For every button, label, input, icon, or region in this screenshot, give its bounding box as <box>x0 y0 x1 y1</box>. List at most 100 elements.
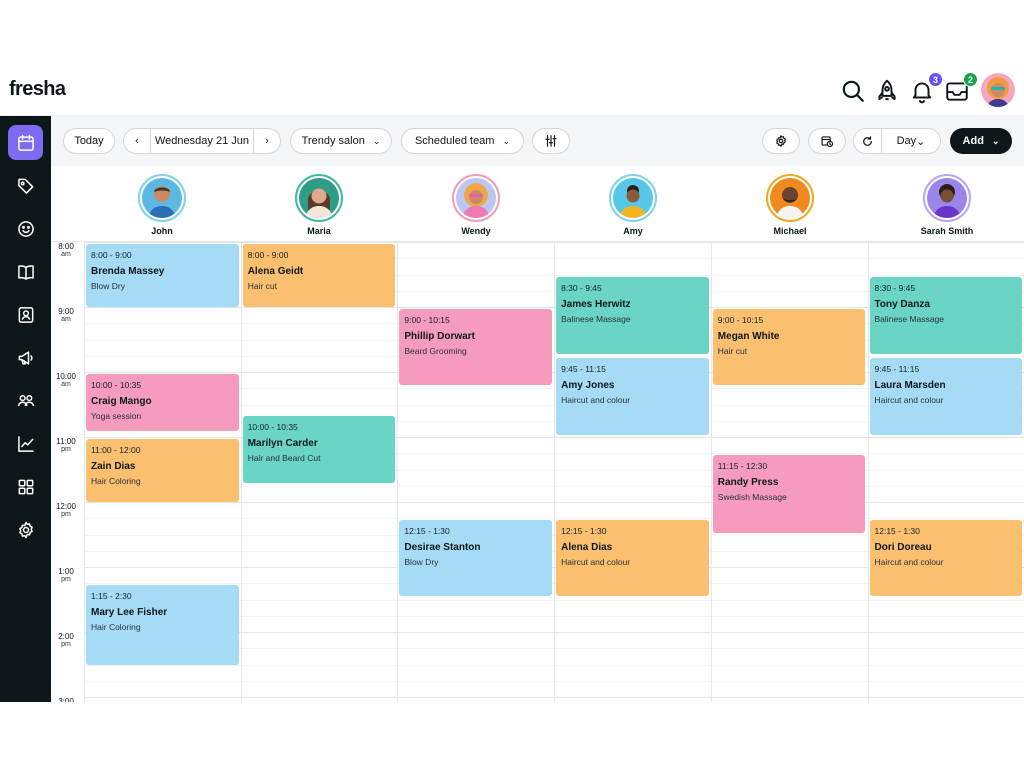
appointment-service: Hair and Beard Cut <box>247 453 321 464</box>
calendar-icon <box>17 134 34 151</box>
staff-column-header[interactable]: Sarah Smith <box>869 166 1024 242</box>
appointment-card[interactable]: 11:15 - 12:30 Randy Press Swedish Massage <box>712 455 866 533</box>
appointment-time: 8:00 - 9:00 <box>247 250 289 260</box>
column-divider <box>397 242 398 702</box>
calendar-badge: 2 <box>963 72 978 87</box>
appointment-service: Haircut and colour <box>561 394 631 405</box>
staff-name: Michael <box>773 226 807 236</box>
calendar-settings-button[interactable] <box>762 128 800 154</box>
book-icon <box>17 264 34 280</box>
column-divider <box>241 242 242 702</box>
staff-avatar[interactable] <box>452 174 500 222</box>
appointment-card[interactable]: 9:45 - 11:15 Amy Jones Haircut and colour <box>556 357 709 436</box>
tag-icon <box>17 178 33 194</box>
fresha-logo[interactable]: fresha <box>9 78 66 101</box>
appointment-time: 8:30 - 9:45 <box>561 282 602 293</box>
today-button[interactable]: Today <box>63 128 115 154</box>
appointment-card[interactable]: 8:00 - 9:00 Brenda Massey Blow Dry <box>86 244 239 307</box>
today-label: Today <box>74 135 104 147</box>
rocket-icon[interactable] <box>874 78 900 104</box>
time-label: 9:00 am <box>58 307 74 324</box>
appointment-service: Haircut and colour <box>561 557 631 568</box>
appointment-card[interactable]: 9:45 - 11:15 Laura Marsden Haircut and col… <box>869 357 1023 436</box>
appointment-time: 12:15 - 1:30 <box>404 526 450 537</box>
team-label: Scheduled team <box>414 135 495 147</box>
sidebar-item-reports[interactable] <box>8 426 43 461</box>
appointment-time: 9:00 - 10:15 <box>404 315 450 325</box>
appointment-card[interactable]: 10:00 - 10:35 Craig Mango Yoga session <box>86 374 239 431</box>
calendar-inbox-icon[interactable]: 2 <box>944 72 978 104</box>
appointment-time: 9:45 - 11:15 <box>561 363 606 374</box>
sidebar-item-catalog[interactable] <box>8 254 43 289</box>
appointment-card[interactable]: 8:00 - 9:00 Alena Geidt Hair cut <box>242 244 396 307</box>
appointment-time: 9:00 - 10:15 <box>717 315 764 325</box>
appointment-card[interactable]: 11:00 - 12:00 Zain Dias Hair Coloring <box>86 439 239 502</box>
sidebar-item-apps[interactable] <box>8 469 43 504</box>
waitlist-button[interactable] <box>808 128 846 154</box>
sidebar-item-team-profiles[interactable] <box>8 297 43 332</box>
sidebar-item-team[interactable] <box>8 383 43 418</box>
appointment-card[interactable]: 1:15 - 2:30 Mary Lee Fisher Hair Coloring <box>86 585 239 665</box>
appointment-card[interactable]: 9:00 - 10:15 Megan White Hair cut <box>712 309 866 385</box>
appointment-card[interactable]: 10:00 - 10:35 Marilyn Carder Hair and Bear… <box>242 416 396 483</box>
previous-day-button[interactable]: ‹ <box>124 129 150 153</box>
team-icon <box>17 394 34 406</box>
column-divider <box>711 242 712 702</box>
staff-avatar[interactable] <box>766 174 814 222</box>
sidebar-item-sales[interactable] <box>8 168 43 203</box>
sidebar-item-clients[interactable] <box>8 211 43 246</box>
appointment-service: Haircut and colour <box>874 394 944 405</box>
staff-column-header[interactable]: Michael <box>712 166 868 242</box>
appointment-time: 12:15 - 1:30 <box>874 526 920 537</box>
appointment-service: Haircut and colour <box>874 557 944 568</box>
date-picker-button[interactable]: Wednesday 21 Jun <box>150 129 254 153</box>
sidebar-item-calendar[interactable] <box>8 125 43 160</box>
appointment-service: Blow Dry <box>404 557 439 568</box>
appointment-service: Balinese Massage <box>874 313 944 324</box>
view-select[interactable]: Day ⌄ <box>882 129 940 153</box>
staff-avatar[interactable] <box>609 174 657 222</box>
staff-avatar[interactable] <box>295 174 343 222</box>
staff-column-header[interactable]: Maria <box>241 166 397 242</box>
time-label: 1:00 pm <box>58 567 74 584</box>
sidebar-item-marketing[interactable] <box>8 340 43 375</box>
next-day-button[interactable]: › <box>254 129 280 153</box>
appointment-client: Amy Jones <box>561 379 615 391</box>
appointment-client: Alena Dias <box>561 542 613 554</box>
refresh-button[interactable] <box>854 129 882 153</box>
staff-column-header[interactable]: Wendy <box>398 166 554 242</box>
appointment-card[interactable]: 8:30 - 9:45 Tony Danza Balinese Massage <box>869 276 1023 354</box>
time-label: 2:00 pm <box>58 632 74 649</box>
search-icon[interactable] <box>840 78 866 104</box>
team-select[interactable]: Scheduled team ⌄ <box>401 128 524 154</box>
add-button[interactable]: Add ⌄ <box>950 128 1012 154</box>
appointment-card[interactable]: 12:15 - 1:30 Desirae Stanton Blow Dry <box>399 520 553 597</box>
appointment-card[interactable]: 9:00 - 10:15 Phillip Dorwart Beard Groomin… <box>399 309 553 385</box>
time-label: 10:00 am <box>55 372 77 389</box>
bell-icon[interactable]: 3 <box>909 72 943 104</box>
sidebar-item-settings[interactable] <box>8 512 43 547</box>
chevron-down-icon: ⌄ <box>502 135 511 146</box>
staff-avatar[interactable] <box>923 174 971 222</box>
filters-button[interactable] <box>532 128 570 154</box>
calendar-toolbar: Today ‹ Wednesday 21 Jun › Trendy salon … <box>51 116 1024 166</box>
location-select[interactable]: Trendy salon ⌄ <box>290 128 392 154</box>
staff-header: John Maria Wendy Amy Michael Sarah Smith <box>51 166 1024 242</box>
contact-card-icon <box>18 306 33 323</box>
column-divider <box>554 242 555 702</box>
staff-avatar[interactable] <box>138 174 186 222</box>
sidebar <box>0 116 51 702</box>
appointment-client: Randy Press <box>717 477 779 489</box>
appointment-client: James Herwitz <box>561 298 631 310</box>
user-avatar[interactable] <box>981 73 1015 107</box>
staff-column-header[interactable]: John <box>84 166 240 242</box>
appointment-card[interactable]: 12:15 - 1:30 Alena Dias Haircut and colour <box>556 520 709 597</box>
calendar-app: fresha 3 2 Today ‹ Wednesday 21 Jun › Tr… <box>0 68 1024 702</box>
appointment-card[interactable]: 12:15 - 1:30 Dori Doreau Haircut and colou… <box>869 520 1023 597</box>
appointment-time: 8:00 - 9:00 <box>91 250 132 260</box>
megaphone-icon <box>18 350 33 365</box>
appointment-service: Hair cut <box>717 346 748 356</box>
appointment-card[interactable]: 8:30 - 9:45 James Herwitz Balinese Massage <box>556 276 709 354</box>
staff-column-header[interactable]: Amy <box>555 166 711 242</box>
smiley-icon <box>17 220 34 237</box>
